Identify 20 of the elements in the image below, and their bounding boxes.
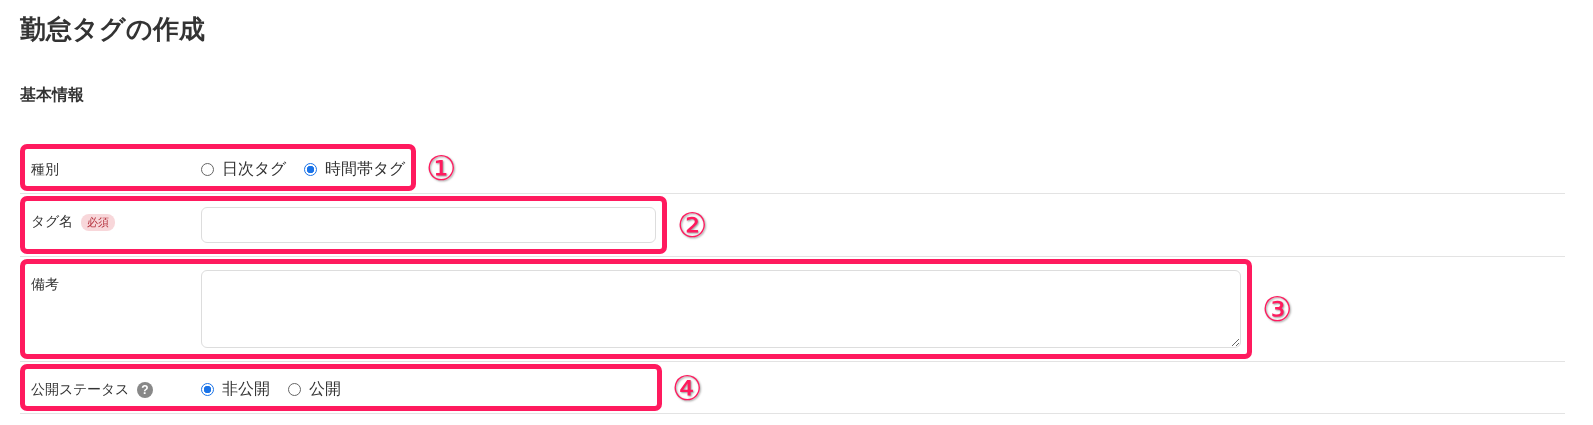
radio-option[interactable]: 非公開: [201, 379, 270, 400]
field-label: 公開ステータス: [31, 381, 129, 399]
step-number: ④: [672, 370, 703, 405]
required-tag: 必須: [81, 213, 115, 231]
section-heading: 基本情報: [20, 85, 84, 105]
step-number: ②: [677, 208, 708, 242]
radio-button[interactable]: [201, 383, 214, 396]
field-label: タグ名: [31, 213, 73, 231]
radio-option[interactable]: 公開: [288, 379, 341, 400]
radio-option[interactable]: 時間帯タグ: [304, 159, 405, 180]
field-label: 備考: [31, 276, 59, 294]
radio-option[interactable]: 日次タグ: [201, 159, 286, 180]
radio-button[interactable]: [304, 163, 317, 176]
page-title: 勤怠タグの作成: [20, 13, 205, 46]
step-number: ①: [426, 150, 457, 185]
help-icon[interactable]: ?: [137, 382, 153, 398]
textarea-field[interactable]: [201, 270, 1241, 348]
text-input-field[interactable]: [201, 207, 656, 243]
step-number: ③: [1262, 292, 1293, 326]
field-label: 種別: [31, 161, 59, 179]
